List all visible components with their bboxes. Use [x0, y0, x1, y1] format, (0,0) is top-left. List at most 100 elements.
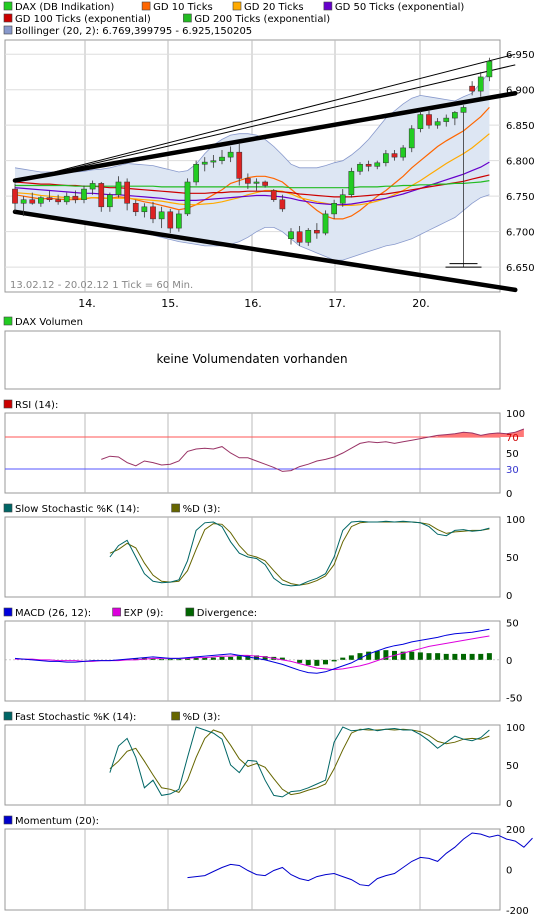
divergence-bar-49	[435, 653, 441, 660]
candle-body-26	[236, 151, 243, 179]
price-x-tick-2: 16.	[244, 297, 262, 310]
macd-legend-swatch-0	[3, 607, 13, 617]
slow-stoch-legend-label-1: %D (3):	[183, 504, 221, 515]
candle-body-52	[460, 107, 467, 113]
price-legend-row1-swatch-3	[323, 1, 333, 11]
momentum-legend-swatch-0	[3, 815, 13, 825]
price-legend-row2-label-1: GD 200 Ticks (exponential)	[194, 14, 330, 25]
price-x-tick-1: 15.	[161, 297, 179, 310]
candle-body-37	[331, 203, 337, 215]
candle-body-38	[339, 194, 346, 204]
price-x-tick-0: 14.	[78, 297, 96, 310]
momentum-legend: Momentum (20):	[3, 815, 99, 827]
candle-body-42	[374, 162, 381, 167]
candle-body-1	[20, 199, 27, 204]
macd-y-axis-tick-1: 0	[506, 656, 512, 667]
candle-body-11	[107, 194, 113, 208]
price-legend-row1-label-1: GD 10 Ticks	[153, 2, 213, 13]
candle-body-33	[296, 231, 303, 243]
candle-body-41	[365, 163, 372, 167]
divergence-bar-48	[426, 653, 432, 660]
candle-body-27	[245, 178, 251, 184]
price-legend-row2-swatch-1	[183, 13, 192, 23]
divergence-bar-26	[236, 656, 242, 660]
price-info-text: 13.02.12 - 20.02.12 1 Tick = 60 Min.	[10, 280, 193, 291]
rsi-legend-label-0: RSI (14):	[15, 400, 58, 411]
macd-legend-label-1: EXP (9):	[124, 608, 164, 619]
macd-legend: MACD (26, 12): EXP (9): Divergence:	[3, 607, 257, 619]
slow-stoch-legend: Slow Stochastic %K (14): %D (3):	[3, 503, 221, 515]
price-legend-row2-label-0: GD 100 Ticks (exponential)	[15, 14, 151, 25]
candle-body-22	[201, 161, 208, 165]
momentum-y-axis-tick-0: 200	[506, 825, 525, 836]
price-legend-row3: Bollinger (20, 2): 6.769,399795 - 6.925,…	[3, 25, 252, 37]
candle-body-50	[443, 117, 450, 122]
divergence-bar-39	[348, 655, 354, 660]
divergence-bar-36	[323, 659, 328, 665]
price-y-axis: 6.950 6.900 6.850 6.800 6.750 6.700 6.650	[506, 50, 535, 274]
rsi-tick-0: 100	[506, 409, 525, 420]
divergence-bar-47	[417, 652, 423, 660]
candle-body-36	[322, 213, 329, 234]
candle-body-20	[184, 181, 191, 215]
fast-stoch-legend-label-1: %D (3):	[183, 712, 221, 723]
candle-body-2	[29, 199, 36, 204]
slow-stoch-y-axis: 100 50 0	[506, 515, 525, 602]
candle-body-49	[434, 121, 441, 126]
fast-stoch-legend: Fast Stochastic %K (14): %D (3):	[3, 711, 221, 723]
momentum-y-axis: 200 0 -200	[506, 825, 529, 917]
divergence-bar-38	[340, 657, 346, 660]
fast-stoch-y-axis-tick-0: 100	[506, 723, 525, 734]
candle-body-15	[141, 206, 148, 213]
price-y-axis-tick-4: 6.750	[506, 192, 535, 203]
candle-body-6	[63, 195, 70, 203]
price-x-axis: 14. 15. 16. 17. 20.	[78, 297, 430, 310]
divergence-bar-35	[314, 659, 320, 666]
price-legend-row1-label-3: GD 50 Ticks (exponential)	[335, 2, 464, 13]
price-legend-row1-label-0: DAX (DB Indikation)	[15, 2, 114, 13]
candle-body-18	[167, 211, 174, 229]
price-y-axis-tick-0: 6.950	[506, 50, 535, 61]
candle-body-43	[383, 153, 389, 164]
candle-body-3	[38, 197, 44, 204]
candle-body-30	[270, 190, 277, 200]
divergence-bar-25	[228, 656, 234, 660]
price-legend-row1-swatch-0	[3, 1, 13, 11]
divergence-bar-53	[469, 653, 475, 660]
price-legend-row2: GD 100 Ticks (exponential) GD 200 Ticks (…	[3, 13, 330, 25]
volume-legend-swatch-0	[3, 316, 13, 326]
divergence-bar-51	[452, 653, 458, 660]
candle-body-0	[12, 188, 18, 204]
price-legend-row3-label-0: Bollinger (20, 2): 6.769,399795 - 6.925,…	[15, 26, 252, 37]
fast-stoch-y-axis-tick-2: 0	[506, 799, 512, 810]
rsi-tick-2: 50	[506, 449, 519, 460]
fast-stoch-y-axis: 100 50 0	[506, 723, 525, 810]
price-legend-row2-swatch-0	[3, 13, 13, 23]
price-legend-row1-swatch-2	[232, 1, 242, 11]
slow-stoch-legend-swatch-1	[171, 503, 180, 513]
candle-body-54	[477, 76, 484, 92]
macd-legend-label-2: Divergence:	[197, 608, 257, 619]
divergence-bar-24	[219, 656, 225, 660]
divergence-bar-46	[409, 651, 415, 660]
momentum-legend-label-0: Momentum (20):	[15, 816, 99, 827]
candle-body-7	[72, 195, 79, 200]
candle-body-23	[210, 160, 217, 163]
candle-body-51	[452, 112, 458, 119]
candle-body-4	[46, 197, 53, 200]
candle-body-32	[288, 231, 294, 240]
candle-body-10	[98, 183, 105, 208]
macd-y-axis-tick-2: -50	[506, 693, 522, 704]
candle-body-21	[193, 163, 199, 183]
candle-body-24	[219, 156, 225, 161]
slow-stoch-y-axis-tick-2: 0	[506, 591, 512, 602]
fast-stoch-legend-swatch-0	[3, 711, 13, 721]
candle-body-48	[426, 114, 432, 126]
candle-body-34	[305, 229, 312, 243]
candle-body-35	[314, 229, 320, 234]
divergence-bar-23	[210, 657, 216, 660]
candle-body-17	[158, 211, 165, 220]
macd-y-axis-tick-0: 50	[506, 618, 519, 629]
candle-body-8	[81, 188, 87, 200]
candle-body-29	[262, 181, 268, 186]
